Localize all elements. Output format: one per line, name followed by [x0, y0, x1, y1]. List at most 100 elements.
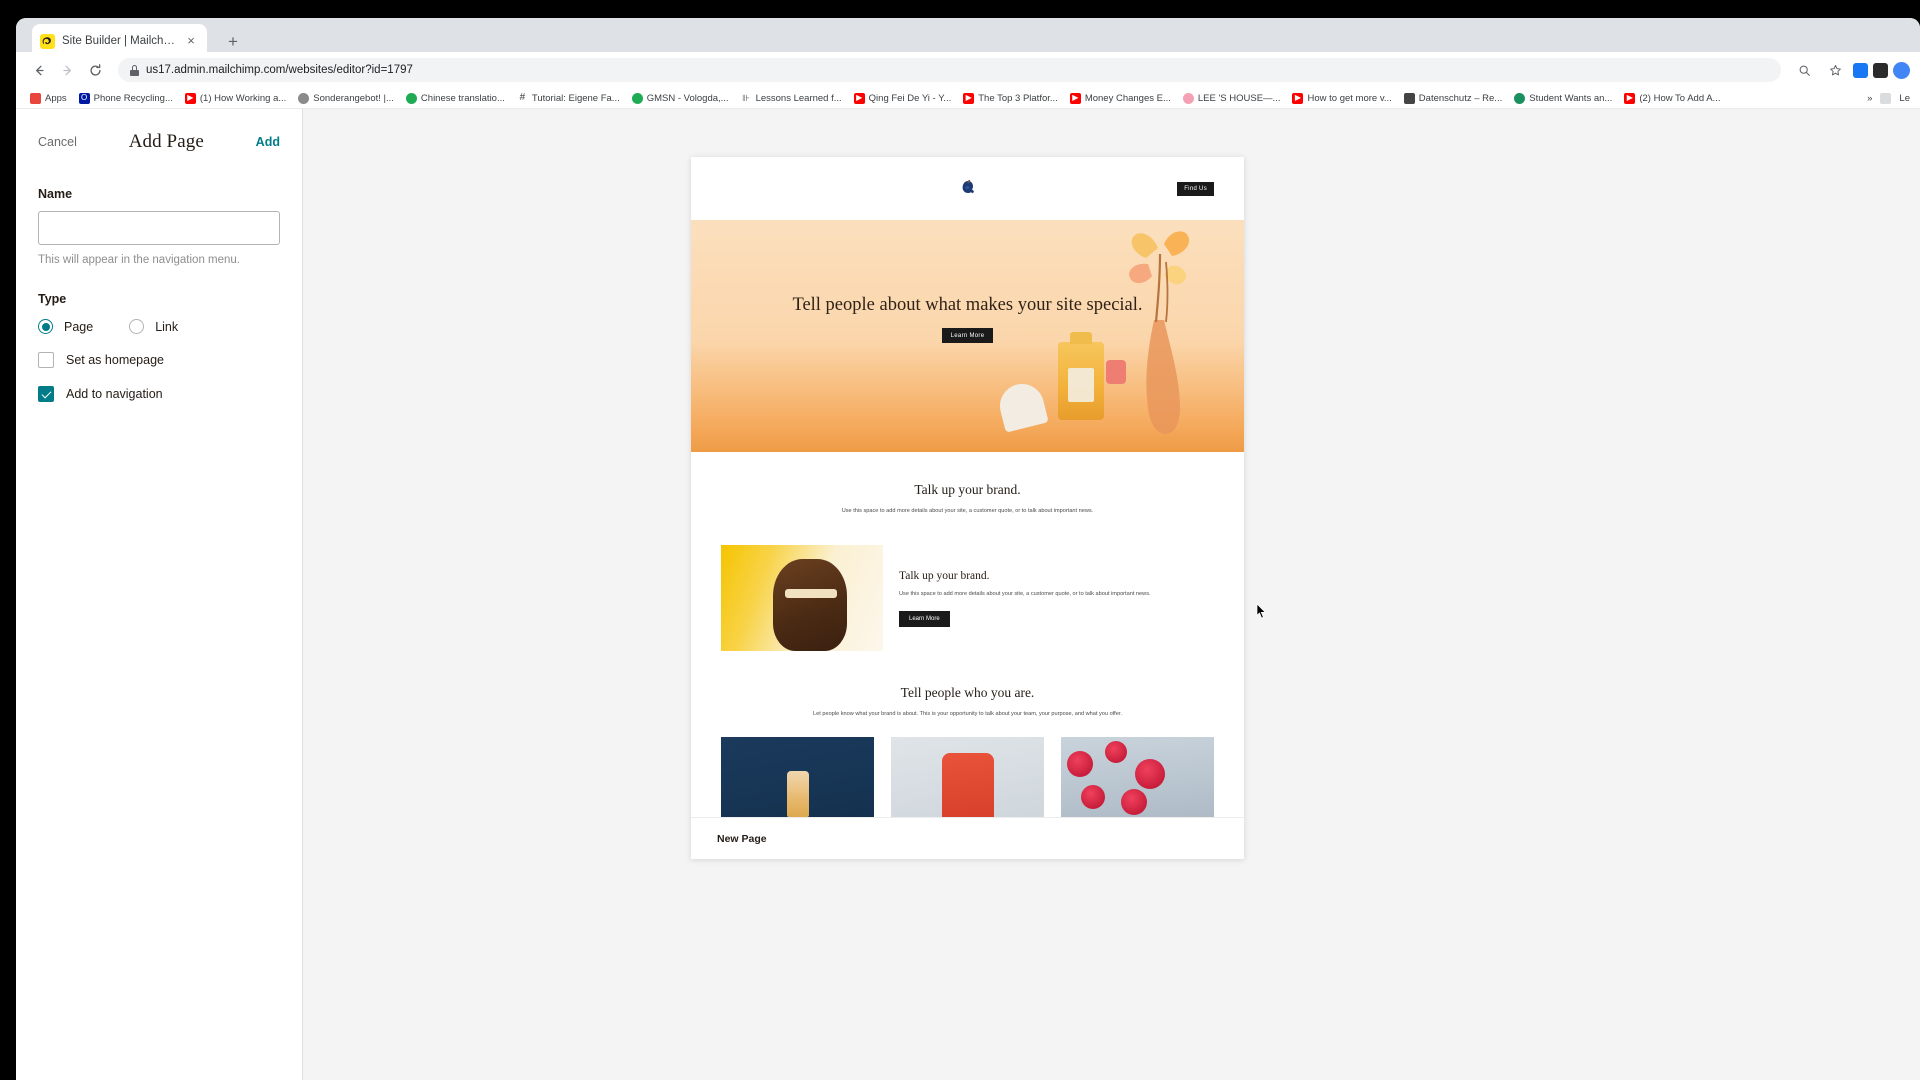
bookmark-label: LEE 'S HOUSE—...: [1197, 92, 1281, 104]
youtube-icon: ▶: [184, 92, 196, 104]
hero-learn-more-button[interactable]: Learn More: [941, 328, 994, 344]
bookmark-label: The Top 3 Platfor...: [978, 92, 1058, 104]
apps-grid-icon: [30, 92, 41, 104]
site-logo-icon: [955, 178, 981, 200]
zoom-icon[interactable]: [1791, 57, 1817, 83]
about-body: Let people know what your brand is about…: [813, 710, 1122, 717]
panel-header: Cancel Add Page Add: [16, 109, 302, 153]
youtube-icon: ▶: [853, 92, 865, 104]
bookmark-item[interactable]: GMSN - Vologda,...: [626, 91, 735, 106]
youtube-icon: ▶: [1292, 92, 1304, 104]
checkbox-label: Set as homepage: [66, 353, 164, 367]
screen: Site Builder | Mailchimp × + us17.admin.…: [0, 0, 1920, 1080]
bookmark-label: Chinese translatio...: [420, 92, 505, 104]
bookmarks-bar: Apps O Phone Recycling... ▶ (1) How Workin…: [16, 88, 1920, 109]
bookmark-label: Tutorial: Eigene Fa...: [531, 92, 620, 104]
circle-icon: [631, 92, 643, 104]
chart-icon: ⊪: [742, 92, 750, 103]
split-body-text: Use this space to add more details about…: [899, 591, 1151, 598]
hero-section: Tell people about what makes your site s…: [691, 220, 1244, 452]
bookmarks-more-button[interactable]: »: [1867, 93, 1872, 104]
type-label: Type: [38, 292, 67, 306]
tab-title: Site Builder | Mailchimp: [62, 35, 176, 47]
page-name-bar: New Page: [691, 817, 1244, 859]
new-tab-button[interactable]: +: [221, 30, 245, 54]
bookmark-item[interactable]: ▶ Qing Fei De Yi - Y...: [848, 91, 958, 106]
person-in-red-suit-photo: [891, 737, 1044, 817]
page-title: Add Page: [128, 131, 204, 152]
radio-option-page[interactable]: Page: [38, 319, 93, 334]
bookmark-item[interactable]: Sonderangebot! |...: [292, 91, 400, 106]
bookmark-item[interactable]: Chinese translatio...: [400, 91, 511, 106]
back-icon[interactable]: [26, 57, 52, 83]
site-preview-canvas: Find Us Tell people about what makes you…: [303, 109, 1920, 1080]
hero-heading: Tell people about what makes your site s…: [792, 295, 1143, 315]
type-radio-row: Page Link: [38, 319, 280, 334]
bookmark-item[interactable]: Datenschutz – Re...: [1398, 91, 1508, 106]
checkbox-label: Add to navigation: [66, 387, 163, 401]
reload-icon[interactable]: [82, 57, 108, 83]
about-heading: Tell people who you are.: [900, 684, 1035, 700]
bookmark-label: GMSN - Vologda,...: [646, 92, 729, 104]
name-label: Name: [38, 187, 73, 201]
bookmark-label: Sonderangebot! |...: [313, 92, 394, 104]
checkbox-add-to-navigation[interactable]: Add to navigation: [38, 386, 280, 402]
bookmark-label: Lessons Learned f...: [755, 92, 842, 104]
bookmark-item[interactable]: Student Wants an...: [1508, 91, 1618, 106]
bookmark-label: Apps: [45, 92, 67, 104]
bookmark-label: How to get more v...: [1307, 92, 1392, 104]
site-preview: Find Us Tell people about what makes you…: [691, 157, 1244, 859]
page-name-label: New Page: [717, 832, 767, 845]
forward-icon[interactable]: [54, 57, 80, 83]
bookmarks-overflow: » Le: [1867, 92, 1912, 104]
browser-window: Site Builder | Mailchimp × + us17.admin.…: [16, 18, 1920, 1080]
radio-option-link[interactable]: Link: [129, 319, 178, 334]
close-icon[interactable]: ×: [183, 33, 199, 49]
cancel-button[interactable]: Cancel: [38, 135, 77, 149]
brand-body: Use this space to add more details about…: [841, 508, 1094, 514]
radio-label: Link: [155, 319, 179, 334]
address-bar[interactable]: us17.admin.mailchimp.com/websites/editor…: [118, 58, 1781, 82]
name-input[interactable]: [38, 211, 280, 245]
bookmark-item[interactable]: Apps: [24, 91, 73, 106]
sunglasses-shape: [785, 588, 837, 598]
mailchimp-icon: [40, 33, 55, 49]
bookmark-item[interactable]: ▶ (1) How Working a...: [179, 91, 292, 106]
split-section: Talk up your brand. Use this space to ad…: [721, 544, 1214, 651]
facebook-extension-icon[interactable]: [1853, 62, 1868, 78]
bookmark-item[interactable]: ▶ How to get more v...: [1286, 91, 1397, 106]
radio-icon-selected: [38, 319, 53, 334]
tube-product-image: [995, 379, 1049, 433]
bookmark-item[interactable]: O Phone Recycling...: [73, 91, 179, 106]
bookmark-item[interactable]: ▶ The Top 3 Platfor...: [957, 91, 1064, 106]
toolbar-right-actions: [1791, 57, 1910, 83]
bookmark-item[interactable]: ⊪ Lessons Learned f...: [735, 91, 848, 106]
hash-icon: #: [519, 92, 526, 103]
bookmark-label: Student Wants an...: [1529, 92, 1613, 104]
add-button[interactable]: Add: [256, 135, 280, 149]
reading-list-label[interactable]: Le: [1899, 93, 1910, 104]
bookmark-item[interactable]: ▶ (2) How To Add A...: [1618, 91, 1726, 106]
checkbox-set-as-homepage[interactable]: Set as homepage: [38, 352, 280, 368]
pin-extension-icon[interactable]: [1873, 62, 1888, 78]
bookmark-label: Money Changes E...: [1084, 92, 1171, 104]
bookmark-item[interactable]: LEE 'S HOUSE—...: [1177, 91, 1287, 106]
brand-section: Talk up your brand. Use this space to ad…: [691, 452, 1244, 517]
bookmark-label: (2) How To Add A...: [1639, 92, 1721, 104]
profile-avatar[interactable]: [1893, 61, 1910, 79]
find-us-button[interactable]: Find Us: [1177, 181, 1214, 196]
star-icon[interactable]: [1822, 57, 1848, 83]
bookmark-item[interactable]: ▶ Money Changes E...: [1064, 91, 1177, 106]
woman-with-gold-makeup-photo: [721, 544, 883, 651]
bookmark-label: Phone Recycling...: [93, 92, 173, 104]
panel-body: Name This will appear in the navigation …: [16, 153, 302, 402]
split-learn-more-button[interactable]: Learn More: [899, 610, 950, 627]
about-section: Tell people who you are. Let people know…: [691, 651, 1244, 817]
checkbox-icon-checked: [38, 386, 54, 402]
split-text-block: Talk up your brand. Use this space to ad…: [899, 568, 1214, 627]
bookmark-label: Qing Fei De Yi - Y...: [868, 92, 952, 104]
red-gerbera-flowers-photo: [1061, 737, 1214, 817]
radio-icon: [129, 319, 145, 334]
bookmark-item[interactable]: # Tutorial: Eigene Fa...: [511, 91, 626, 106]
add-page-panel: Cancel Add Page Add Name This will appea…: [16, 109, 303, 1080]
